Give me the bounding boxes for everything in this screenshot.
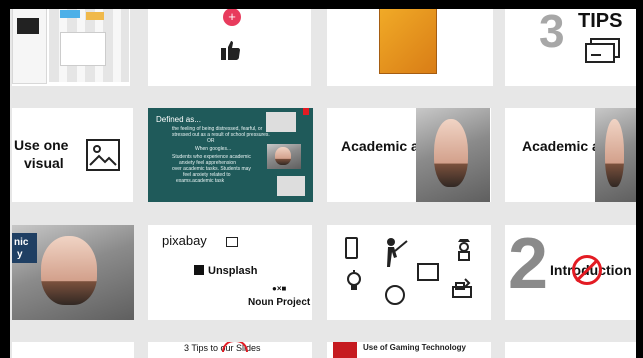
definition-card[interactable]: Defined as... the feeling of being distr…	[148, 108, 313, 202]
tips-card[interactable]: 3 TIPS	[505, 0, 637, 86]
lightbulb-icon	[345, 270, 363, 294]
partial-card-1[interactable]	[12, 342, 134, 358]
thumbs-up-icon	[219, 38, 243, 62]
anxious-person-photo-2	[595, 108, 637, 202]
unsplash-icon	[194, 265, 204, 275]
image-sources-card[interactable]: pixabay Unsplash ●×■ Noun Project	[148, 225, 312, 320]
teacher-icon	[383, 237, 409, 269]
screen-frame-top	[0, 0, 643, 9]
anxious-person-photo	[416, 108, 490, 202]
surprised-face-icon	[385, 285, 405, 305]
use-one-visual-card[interactable]: Use one visual	[12, 108, 133, 202]
thumbs-card[interactable]: +	[148, 0, 311, 86]
defined-line2: stressed out as a result of school press…	[172, 132, 270, 138]
student-photo-card[interactable]: nic y	[12, 225, 134, 320]
book-icon	[417, 263, 439, 281]
gaming-tech-text: Use of Gaming Technology	[363, 343, 466, 352]
defined-title: Defined as...	[156, 115, 201, 124]
plus-icon: +	[223, 8, 241, 26]
tips-number: 3	[539, 5, 565, 57]
police-icon	[455, 237, 473, 261]
academic-anxiety-card[interactable]: Academic anxiety	[327, 108, 491, 202]
partial-text-1: nic	[14, 237, 29, 248]
noun-project-logo: Noun Project	[248, 297, 311, 308]
book-cover-image	[379, 0, 437, 74]
ballot-icon	[449, 275, 475, 301]
image-icon	[86, 139, 120, 171]
introduction-card[interactable]: 2 Introduction	[505, 225, 637, 320]
intro-number: 2	[508, 225, 549, 304]
academic-anxiety-card-2[interactable]: Academic anxiety	[505, 108, 637, 202]
defined-line4: When googles...	[195, 146, 232, 152]
partial-card-2[interactable]: 3 Tips to our Slides	[148, 342, 312, 358]
icons-card[interactable]	[327, 225, 491, 320]
defined-line9: exams.academic task	[176, 178, 225, 184]
pixabay-logo: pixabay	[162, 233, 207, 248]
screen-frame-left	[0, 0, 10, 358]
screen-frame-right	[636, 0, 643, 358]
slide-grid: + 3 TIPS Use one visual Defined as... th…	[0, 0, 643, 358]
book-card[interactable]	[327, 0, 493, 86]
partial-card-4[interactable]	[505, 342, 637, 358]
unsplash-logo: Unsplash	[208, 265, 258, 277]
partial-text-2: y	[17, 249, 23, 260]
tips-word: TIPS	[578, 10, 623, 32]
use-one-visual-line1: Use one	[14, 137, 69, 153]
camera-icon	[226, 237, 238, 247]
slides-icon	[583, 37, 623, 65]
use-one-visual-line2: visual	[24, 155, 64, 171]
phone-icon	[345, 237, 358, 259]
defined-line3: OR	[207, 138, 215, 144]
partial-card-3[interactable]: Use of Gaming Technology	[327, 342, 491, 358]
thumbnail-grid-screens[interactable]	[12, 0, 130, 86]
no-sign-icon	[572, 255, 602, 285]
